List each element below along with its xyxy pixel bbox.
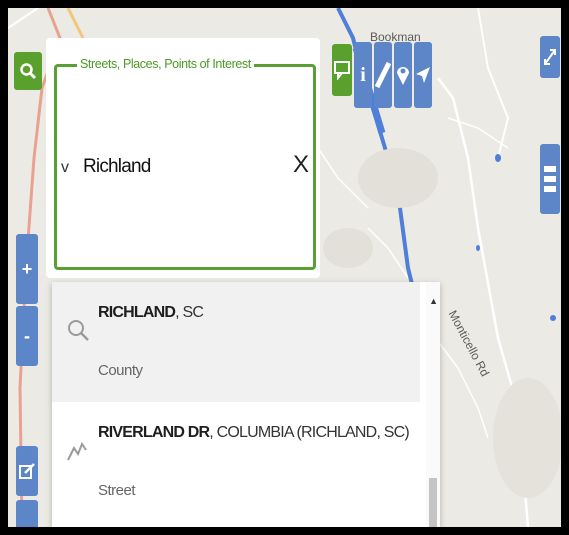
info-button[interactable]: i: [354, 42, 372, 108]
result-title: RICHLAND, SC: [98, 304, 204, 322]
search-input[interactable]: [83, 149, 273, 185]
search-box: Streets, Places, Points of Interest v X: [54, 57, 316, 270]
results-scrollbar[interactable]: ▲: [426, 282, 440, 527]
result-item[interactable]: RICHLAND, SC County: [52, 282, 420, 402]
zoom-in-button[interactable]: +: [16, 234, 38, 304]
location-button[interactable]: [394, 42, 412, 108]
menu-lines-icon: [544, 166, 556, 192]
edit-button[interactable]: [16, 446, 38, 496]
search-legend: Streets, Places, Points of Interest: [77, 57, 254, 71]
zoom-in-label: +: [21, 258, 33, 279]
search-toggle-button[interactable]: [14, 52, 42, 90]
search-results-dropdown: RICHLAND, SC County RIVERLAND DR, COLUMB…: [52, 282, 440, 527]
speech-bubble-icon: [334, 61, 350, 80]
extra-tool-button[interactable]: [16, 500, 38, 527]
search-icon: [20, 63, 37, 80]
result-detail: , SC: [175, 304, 204, 321]
result-type: County: [98, 362, 143, 379]
zoom-out-button[interactable]: -: [16, 306, 38, 366]
result-detail: , COLUMBIA (RICHLAND, SC): [209, 424, 409, 441]
edit-icon: [19, 463, 35, 479]
result-name: RIVERLAND DR: [98, 424, 210, 441]
map-frame: Bookman Monticello Rd y + - Streets, Pla…: [8, 8, 561, 527]
expand-icon: [544, 49, 556, 65]
measure-button[interactable]: [374, 42, 392, 108]
search-icon: [68, 320, 89, 341]
clear-search-button[interactable]: X: [293, 151, 309, 179]
scroll-up-icon[interactable]: ▲: [429, 296, 438, 306]
result-type: Street: [98, 482, 136, 499]
scroll-thumb[interactable]: [429, 478, 437, 527]
navigate-button[interactable]: [414, 42, 432, 108]
layers-button[interactable]: [540, 144, 560, 214]
chat-button[interactable]: [332, 44, 352, 96]
info-icon: i: [360, 63, 366, 86]
result-title: RIVERLAND DR, COLUMBIA (RICHLAND, SC): [98, 424, 410, 442]
street-icon: [67, 441, 87, 461]
map-pin-icon: [397, 67, 409, 85]
fullscreen-button[interactable]: [540, 36, 560, 78]
search-panel: Streets, Places, Points of Interest v X: [46, 38, 320, 278]
navigation-arrow-icon: [416, 67, 430, 83]
ruler-icon: [375, 61, 391, 89]
result-name: RICHLAND: [98, 304, 176, 321]
zoom-out-label: -: [24, 325, 30, 346]
chevron-down-icon[interactable]: v: [61, 159, 69, 177]
result-item[interactable]: RIVERLAND DR, COLUMBIA (RICHLAND, SC) St…: [52, 402, 420, 527]
